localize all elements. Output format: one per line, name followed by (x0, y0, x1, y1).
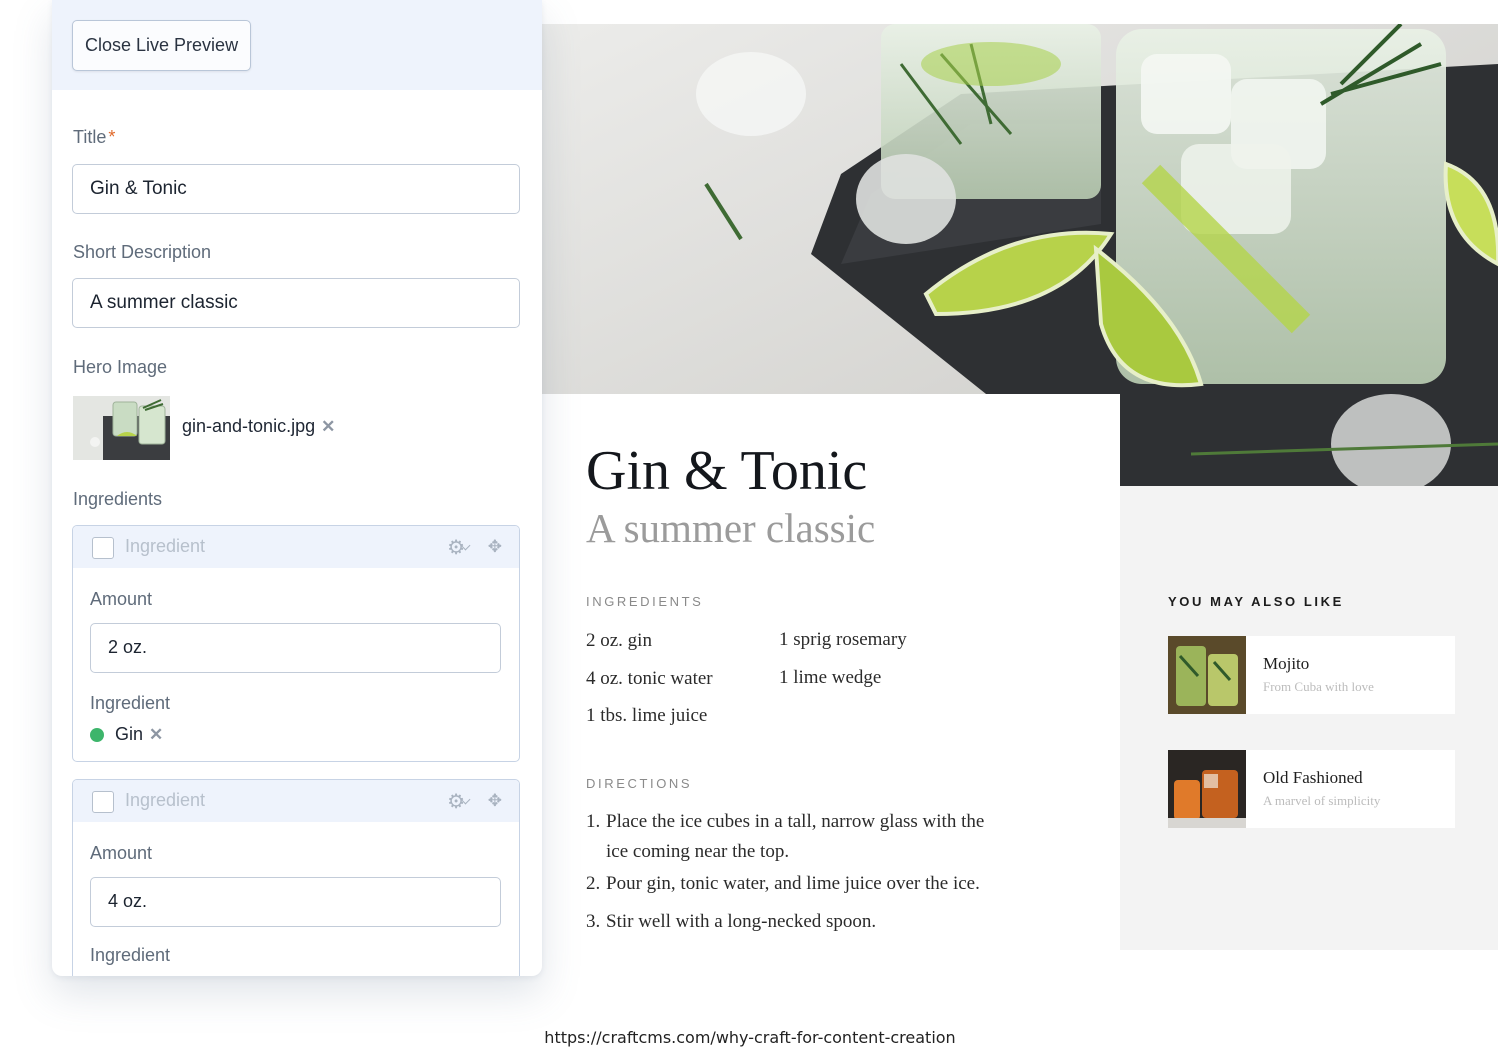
recommendation-name: Mojito (1263, 654, 1310, 673)
directions-heading: DIRECTIONS (586, 776, 693, 791)
live-preview-editor: Close Live Preview Title * Gin & Tonic Sh… (52, 0, 542, 976)
directions-list: 1. Place the ice cubes in a tall, narrow … (586, 807, 1006, 939)
recommendation-thumbnail (1168, 750, 1246, 828)
recommendation-card[interactable]: Old Fashioned A marvel of simplicity (1168, 750, 1455, 828)
related-ingredient-name: Gin (115, 724, 144, 744)
recommendation-card[interactable]: Mojito From Cuba with love (1168, 636, 1455, 714)
related-ingredient[interactable]: Gin ✕ (90, 724, 163, 745)
block-select-checkbox[interactable] (92, 791, 114, 813)
direction-step: 1. Place the ice cubes in a tall, narrow … (586, 811, 985, 862)
recommendation-desc: From Cuba with love (1263, 679, 1374, 694)
amount-input[interactable]: 2 oz. (90, 623, 501, 673)
short-description-input[interactable]: A summer classic (72, 278, 520, 328)
block-header: Ingredient ⚙ ✥ (73, 526, 519, 568)
ingredient-label: Ingredient (90, 945, 171, 965)
ingredient-item: 4 oz. tonic water (586, 668, 713, 689)
ingredient-item: 1 sprig rosemary (779, 629, 907, 650)
remove-hero-image-icon[interactable]: ✕ (321, 417, 335, 437)
amount-label: Amount (90, 843, 153, 863)
direction-step: 2. Pour gin, tonic water, and lime juice … (586, 873, 980, 894)
recommendation-thumbnail (1168, 636, 1246, 714)
ingredient-label: Ingredient (90, 693, 171, 713)
title-label: Title * (73, 127, 116, 147)
ingredients-heading: INGREDIENTS (586, 594, 704, 609)
recipe-title: Gin & Tonic (586, 440, 868, 502)
also-like-heading: YOU MAY ALSO LIKE (1168, 594, 1344, 609)
recommendation-name: Old Fashioned (1263, 768, 1363, 787)
amount-input[interactable]: 4 oz. (90, 877, 501, 927)
ingredients-label: Ingredients (73, 489, 163, 509)
recommendation-desc: A marvel of simplicity (1263, 793, 1381, 808)
ingredient-block: Ingredient ⚙ ✥ Amount 4 oz. Ingredient (72, 779, 520, 976)
recipe-subtitle: A summer classic (586, 505, 876, 551)
editor-toolbar: Close Live Preview (52, 0, 542, 90)
hero-image-filename: gin-and-tonic.jpg ✕ (182, 416, 336, 437)
direction-step: 3. Stir well with a long-necked spoon. (586, 911, 877, 932)
move-handle-icon[interactable]: ✥ (488, 537, 502, 557)
block-type-label: Ingredient (125, 536, 206, 556)
ingredient-item: 1 tbs. lime juice (586, 705, 708, 726)
block-type-label: Ingredient (125, 790, 206, 810)
recipe-card: Gin & Tonic A summer classic INGREDIENTS… (541, 394, 1120, 950)
title-input[interactable]: Gin & Tonic (72, 164, 520, 214)
ingredient-item: 2 oz. gin (586, 630, 652, 651)
ingredient-block: Ingredient ⚙ ✥ Amount 2 oz. Ingredient G… (72, 525, 520, 762)
source-url: https://craftcms.com/why-craft-for-conte… (544, 1028, 956, 1047)
amount-label: Amount (90, 589, 153, 609)
block-select-checkbox[interactable] (92, 537, 114, 559)
ingredient-item: 1 lime wedge (779, 667, 882, 688)
move-handle-icon[interactable]: ✥ (488, 791, 502, 811)
short-description-label: Short Description (73, 242, 212, 262)
status-dot (90, 727, 104, 742)
hero-image-thumbnail[interactable] (73, 396, 170, 460)
hero-image-label: Hero Image (73, 357, 168, 377)
remove-ingredient-icon[interactable]: ✕ (149, 725, 163, 745)
live-preview-frame: Gin & Tonic A summer classic INGREDIENTS… (541, 24, 1498, 950)
close-live-preview-button[interactable]: Close Live Preview (72, 20, 252, 71)
block-header: Ingredient ⚙ ✥ (73, 780, 519, 822)
required-mark: * (108, 127, 116, 147)
